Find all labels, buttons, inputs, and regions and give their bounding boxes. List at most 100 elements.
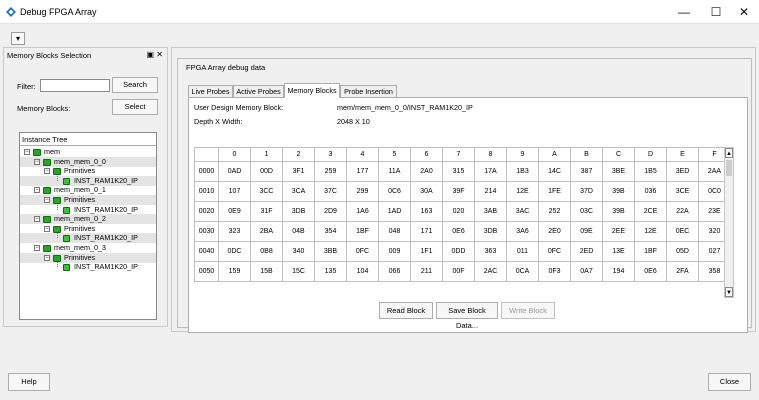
select-button[interactable]: Select: [112, 99, 158, 115]
memory-cell[interactable]: 0E6: [442, 221, 475, 242]
tree-collapse-icon[interactable]: −: [24, 149, 30, 155]
memory-cell[interactable]: 14C: [538, 161, 571, 182]
memory-cell[interactable]: 12E: [634, 221, 667, 242]
memory-cell[interactable]: 214: [474, 181, 507, 202]
memory-cell[interactable]: 09E: [570, 221, 603, 242]
memory-cell[interactable]: 0B8: [250, 241, 283, 262]
memory-cell[interactable]: 211: [410, 261, 443, 282]
memory-cell[interactable]: 0A7: [570, 261, 603, 282]
memory-cell[interactable]: 323: [218, 221, 251, 242]
memory-cell[interactable]: 39B: [602, 181, 635, 202]
tree-node[interactable]: INST_RAM1K20_IP: [20, 262, 156, 272]
memory-data-table[interactable]: 0123456789ABCDEF 0000 0AD 00D 3F1 259 177 11A 2…: [194, 147, 731, 282]
memory-cell[interactable]: 048: [378, 221, 411, 242]
memory-cell[interactable]: 259: [314, 161, 347, 182]
table-row[interactable]: 0050 159 15B 15C 135 104 066 211 00F 2AC 0CA 0F3 0A7…: [194, 261, 731, 282]
tree-node[interactable]: INST_RAM1K20_IP: [20, 204, 156, 215]
memory-cell[interactable]: 3DB: [282, 201, 315, 222]
memory-cell[interactable]: 066: [378, 261, 411, 282]
memory-cell[interactable]: 3BB: [314, 241, 347, 262]
memory-cell[interactable]: 107: [218, 181, 251, 202]
memory-cell[interactable]: 036: [634, 181, 667, 202]
memory-cell[interactable]: 00F: [442, 261, 475, 282]
tree-collapse-icon[interactable]: −: [44, 168, 50, 175]
read-block-button[interactable]: Read Block: [379, 302, 433, 319]
memory-cell[interactable]: 252: [538, 201, 571, 222]
memory-cell[interactable]: 17A: [474, 161, 507, 182]
memory-cell[interactable]: 1AD: [378, 201, 411, 222]
memory-cell[interactable]: 0DC: [218, 241, 251, 262]
scroll-thumb[interactable]: [726, 160, 732, 176]
memory-cell[interactable]: 135: [314, 261, 347, 282]
tree-node[interactable]: INST_RAM1K20_IP: [20, 175, 156, 186]
window-close-button[interactable]: ✕: [729, 0, 759, 24]
tab-probe-insertion[interactable]: Probe Insertion: [340, 85, 397, 97]
memory-cell[interactable]: 011: [506, 241, 539, 262]
memory-cell[interactable]: 3CC: [250, 181, 283, 202]
memory-cell[interactable]: 05D: [666, 241, 699, 262]
memory-cell[interactable]: 0DD: [442, 241, 475, 262]
memory-cell[interactable]: 3A6: [506, 221, 539, 242]
tree-collapse-icon[interactable]: −: [34, 158, 40, 165]
memory-cell[interactable]: 340: [282, 241, 315, 262]
tree-node[interactable]: − Primitives: [20, 166, 156, 176]
memory-cell[interactable]: 0FC: [538, 241, 571, 262]
memory-cell[interactable]: 1B3: [506, 161, 539, 182]
memory-cell[interactable]: 387: [570, 161, 603, 182]
tree-collapse-icon[interactable]: −: [34, 245, 40, 251]
tree-collapse-icon[interactable]: −: [44, 254, 50, 261]
memory-cell[interactable]: 1F1: [410, 241, 443, 262]
memory-cell[interactable]: 39B: [602, 201, 635, 222]
table-row[interactable]: 0040 0DC 0B8 340 3BB 0FC 009 1F1 0DD 363 011 0FC 2ED…: [194, 241, 731, 262]
memory-cell[interactable]: 3F1: [282, 161, 315, 182]
tree-node[interactable]: − mem_mem_0_0: [20, 156, 156, 167]
tab-live-probes[interactable]: Live Probes: [188, 85, 233, 97]
toolbar-menu-button[interactable]: ▾: [11, 32, 25, 45]
help-button[interactable]: Help: [8, 373, 50, 391]
memory-cell[interactable]: 020: [442, 201, 475, 222]
memory-cell[interactable]: 009: [378, 241, 411, 262]
memory-cell[interactable]: 159: [218, 261, 251, 282]
tree-collapse-icon[interactable]: −: [44, 225, 50, 232]
memory-cell[interactable]: 363: [474, 241, 507, 262]
memory-cell[interactable]: 2BA: [250, 221, 283, 242]
memory-cell[interactable]: 31F: [250, 201, 283, 222]
tree-node[interactable]: − Primitives: [20, 252, 156, 263]
memory-cell[interactable]: 37C: [314, 181, 347, 202]
memory-cell[interactable]: 00D: [250, 161, 283, 182]
search-button[interactable]: Search: [112, 77, 158, 93]
tree-node[interactable]: − mem_mem_0_2: [20, 214, 156, 225]
memory-cell[interactable]: 163: [410, 201, 443, 222]
table-row[interactable]: 0010 107 3CC 3CA 37C 299 0C6 30A 39F 214 12E 1FE 37D…: [194, 181, 731, 202]
tree-node[interactable]: − mem: [20, 147, 156, 157]
tree-node[interactable]: − Primitives: [20, 195, 156, 205]
memory-cell[interactable]: 0E9: [218, 201, 251, 222]
tab-memory-blocks[interactable]: Memory Blocks: [284, 83, 340, 98]
memory-cell[interactable]: 2EE: [602, 221, 635, 242]
memory-cell[interactable]: 3AC: [506, 201, 539, 222]
memory-cell[interactable]: 39F: [442, 181, 475, 202]
memory-cell[interactable]: 0CA: [506, 261, 539, 282]
memory-cell[interactable]: 03C: [570, 201, 603, 222]
tree-node[interactable]: − mem_mem_0_1: [20, 185, 156, 195]
memory-cell[interactable]: 0E6: [634, 261, 667, 282]
memory-cell[interactable]: 2D9: [314, 201, 347, 222]
memory-cell[interactable]: 354: [314, 221, 347, 242]
memory-cell[interactable]: 0AD: [218, 161, 251, 182]
memory-cell[interactable]: 0C6: [378, 181, 411, 202]
memory-cell[interactable]: 1A6: [346, 201, 379, 222]
memory-cell[interactable]: 11A: [378, 161, 411, 182]
memory-cell[interactable]: 15C: [282, 261, 315, 282]
memory-cell[interactable]: 3BE: [602, 161, 635, 182]
write-block-button[interactable]: Write Block: [501, 302, 555, 319]
memory-cell[interactable]: 177: [346, 161, 379, 182]
memory-cell[interactable]: 12E: [506, 181, 539, 202]
memory-cell[interactable]: 194: [602, 261, 635, 282]
memory-cell[interactable]: 1BF: [346, 221, 379, 242]
instance-tree[interactable]: Instance Tree − mem − mem_mem_0_0− Primitive…: [19, 132, 157, 320]
tree-collapse-icon[interactable]: −: [34, 187, 40, 194]
memory-cell[interactable]: 2E0: [538, 221, 571, 242]
memory-cell[interactable]: 104: [346, 261, 379, 282]
tab-active-probes[interactable]: Active Probes: [233, 85, 284, 97]
memory-cell[interactable]: 0EC: [666, 221, 699, 242]
